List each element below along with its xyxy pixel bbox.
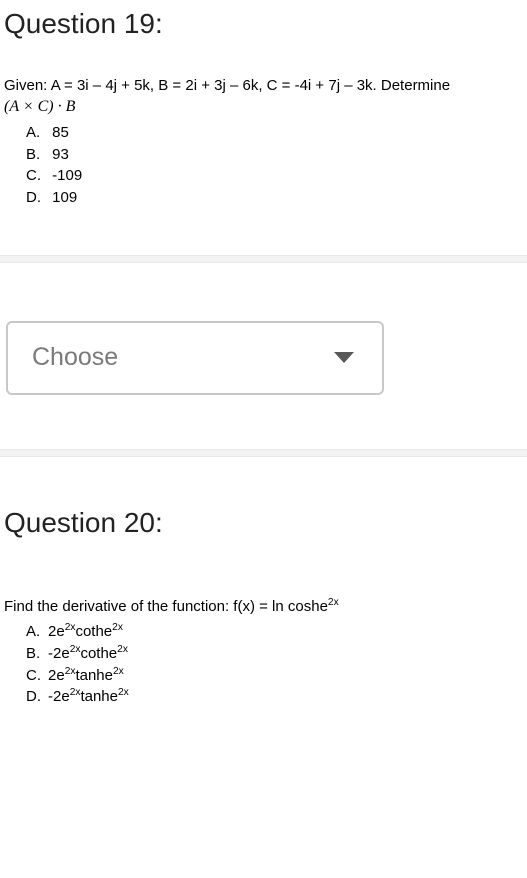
option-letter: C.: [26, 165, 48, 187]
question-19-title: Question 19:: [0, 0, 527, 54]
dropdown-placeholder: Choose: [32, 343, 118, 372]
option-sup2: 2x: [117, 644, 128, 655]
q19-option-d[interactable]: D. 109: [26, 187, 523, 209]
option-sup1: 2x: [65, 666, 76, 677]
option-mid: tanhe: [75, 667, 113, 684]
option-pre: -2e: [48, 688, 70, 705]
option-sup2: 2x: [113, 666, 124, 677]
q19-options: A. 85 B. 93 C. -109 D. 109: [4, 122, 523, 209]
q20-options: A.2e2xcothe2x B.-2e2xcothe2x C.2e2xtanhe…: [4, 621, 523, 708]
q20-prompt-sup: 2x: [328, 597, 339, 608]
question-20-title: Question 20:: [0, 457, 527, 553]
option-letter: D.: [26, 187, 48, 209]
option-text: 85: [52, 124, 69, 141]
option-mid: cothe: [80, 645, 117, 662]
q19-option-b[interactable]: B. 93: [26, 144, 523, 166]
option-text: 93: [52, 146, 69, 163]
q19-option-c[interactable]: C. -109: [26, 165, 523, 187]
q20-option-a[interactable]: A.2e2xcothe2x: [26, 621, 523, 643]
option-pre: 2e: [48, 623, 65, 640]
q19-prompt-line1: Given: A = 3i – 4j + 5k, B = 2i + 3j – 6…: [4, 77, 450, 94]
q19-option-a[interactable]: A. 85: [26, 122, 523, 144]
q19-prompt: Given: A = 3i – 4j + 5k, B = 2i + 3j – 6…: [4, 76, 523, 118]
option-mid: tanhe: [80, 688, 118, 705]
option-pre: 2e: [48, 667, 65, 684]
q20-prompt-text: Find the derivative of the function: f(x…: [4, 598, 328, 615]
option-letter: D.: [26, 686, 48, 708]
option-sup2: 2x: [112, 622, 123, 633]
option-sup1: 2x: [65, 622, 76, 633]
option-letter: A.: [26, 122, 48, 144]
q20-option-b[interactable]: B.-2e2xcothe2x: [26, 643, 523, 665]
option-letter: C.: [26, 665, 48, 687]
q20-option-d[interactable]: D.-2e2xtanhe2x: [26, 686, 523, 708]
q19-prompt-line2: (A × C) · B: [4, 98, 75, 115]
option-sup1: 2x: [70, 687, 81, 698]
answer-dropdown[interactable]: Choose: [6, 321, 384, 395]
section-divider: [0, 255, 527, 263]
option-letter: B.: [26, 643, 48, 665]
option-text: 109: [52, 189, 77, 206]
q20-option-c[interactable]: C.2e2xtanhe2x: [26, 665, 523, 687]
dropdown-container: Choose: [0, 263, 527, 435]
option-mid: cothe: [75, 623, 112, 640]
question-20-body: Find the derivative of the function: f(x…: [0, 553, 527, 708]
section-divider: [0, 449, 527, 457]
q20-prompt: Find the derivative of the function: f(x…: [4, 597, 523, 617]
chevron-down-icon: [334, 352, 354, 363]
option-letter: A.: [26, 621, 48, 643]
option-sup1: 2x: [70, 644, 81, 655]
question-19-body: Given: A = 3i – 4j + 5k, B = 2i + 3j – 6…: [0, 54, 527, 217]
option-pre: -2e: [48, 645, 70, 662]
option-sup2: 2x: [118, 687, 129, 698]
option-text: -109: [52, 167, 82, 184]
option-letter: B.: [26, 144, 48, 166]
